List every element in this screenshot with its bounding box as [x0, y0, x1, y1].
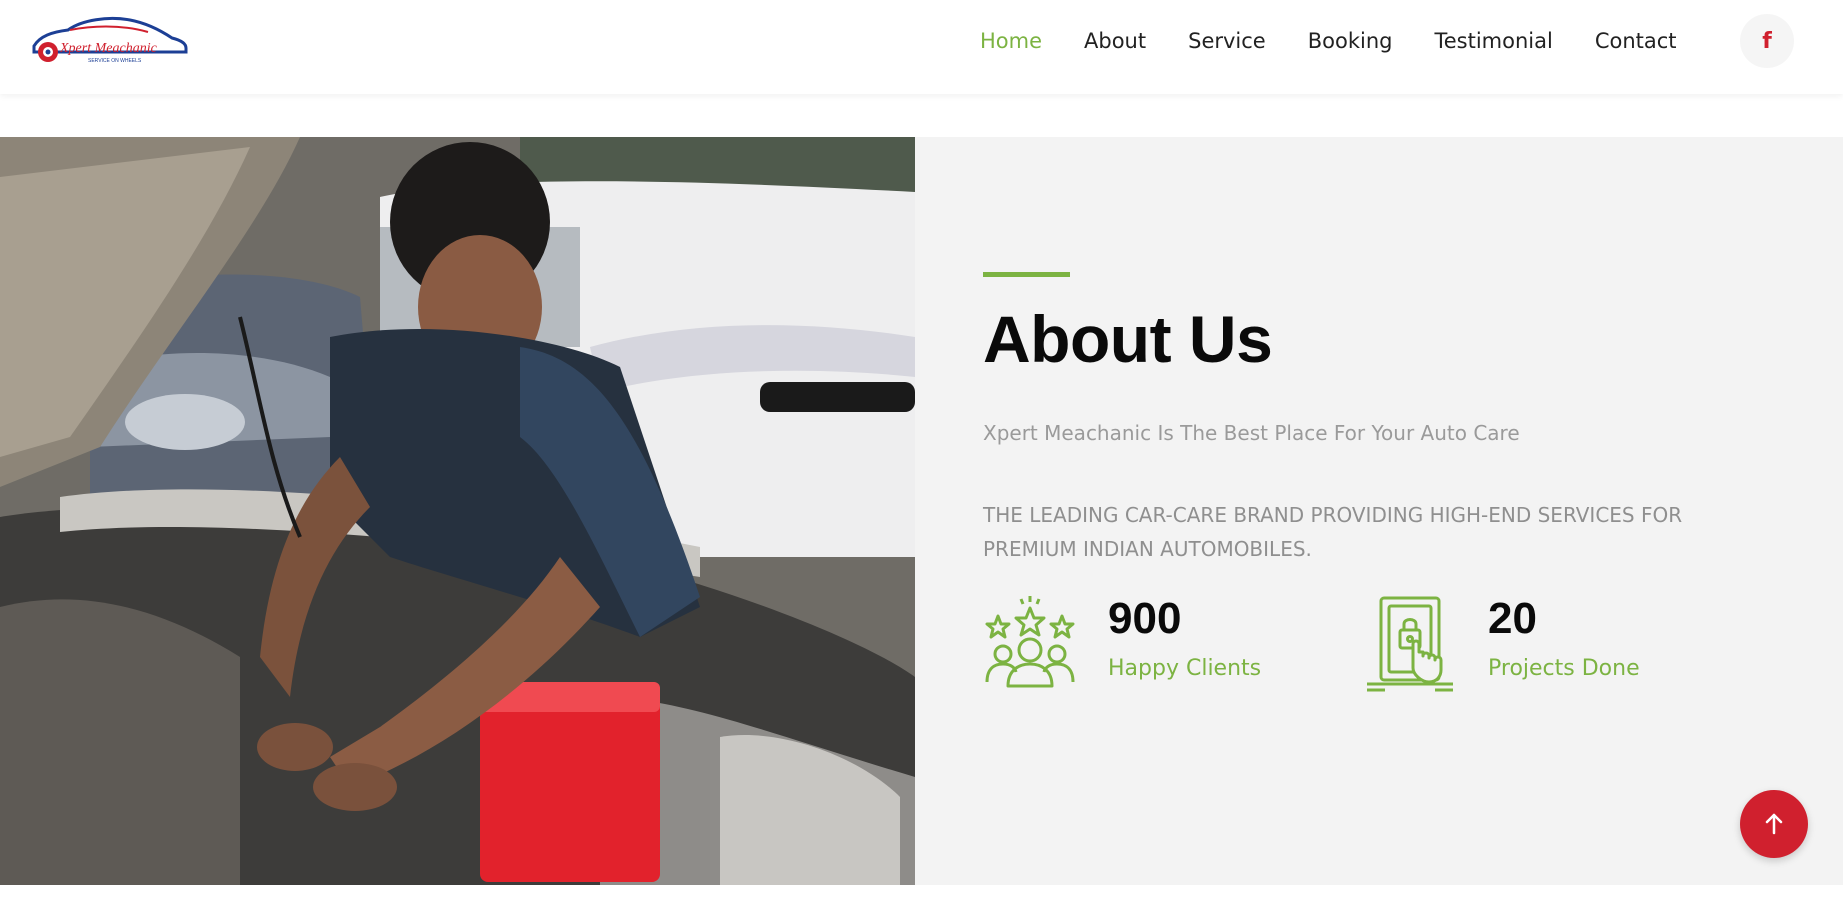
about-section: About Us Xpert Meachanic Is The Best Pla…: [0, 137, 1843, 885]
title-accent-line: [983, 272, 1070, 277]
nav-home-link[interactable]: Home: [980, 26, 1042, 56]
section-title: About Us: [983, 302, 1273, 376]
nav-about-link[interactable]: About: [1084, 26, 1146, 56]
section-description: THE LEADING CAR-CARE BRAND PROVIDING HIG…: [983, 503, 1683, 561]
facebook-button[interactable]: f: [1740, 14, 1794, 68]
back-to-top-button[interactable]: [1740, 790, 1808, 858]
mechanic-working-on-car-engine-photo: [0, 137, 915, 885]
main-nav: Home About Service Booking Testimonial C…: [980, 26, 1719, 56]
projects-done-count: 20: [1488, 594, 1537, 643]
nav-service-link[interactable]: Service: [1188, 26, 1266, 56]
arrow-up-icon: [1765, 813, 1783, 835]
navbar: Xpert Meachanic SERVICE ON WHEELS Home A…: [0, 0, 1843, 94]
brand-logo[interactable]: Xpert Meachanic SERVICE ON WHEELS: [30, 12, 190, 68]
projects-done-icon: [1363, 594, 1457, 694]
happy-clients-count: 900: [1108, 594, 1182, 643]
about-content: About Us Xpert Meachanic Is The Best Pla…: [983, 137, 1763, 885]
facebook-icon: f: [1762, 28, 1772, 54]
logo-tagline: SERVICE ON WHEELS: [88, 58, 142, 64]
car-logo-icon: Xpert Meachanic SERVICE ON WHEELS: [32, 16, 188, 64]
logo-wordmark: Xpert Meachanic: [59, 41, 158, 56]
projects-done-label: Projects Done: [1488, 656, 1640, 681]
mechanic-photo: [0, 137, 915, 885]
nav-contact-link[interactable]: Contact: [1595, 26, 1677, 56]
happy-clients-label: Happy Clients: [1108, 656, 1262, 681]
nav-booking-link[interactable]: Booking: [1308, 26, 1393, 56]
happy-clients-icon: [983, 594, 1077, 694]
section-subtitle: Xpert Meachanic Is The Best Place For Yo…: [983, 421, 1520, 445]
nav-testimonial-link[interactable]: Testimonial: [1434, 26, 1552, 56]
